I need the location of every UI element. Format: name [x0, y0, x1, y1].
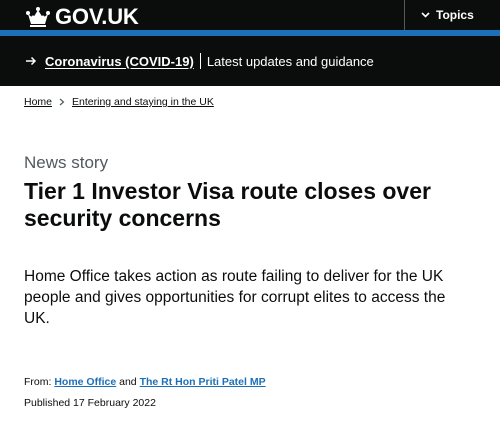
from-label: From:: [24, 376, 52, 388]
published-label: Published: [24, 397, 71, 409]
article-kicker: News story: [24, 153, 109, 172]
arrow-right-icon: [26, 56, 37, 66]
covid-description: Latest updates and guidance: [206, 53, 374, 69]
article-lead: Home Office takes action as route failin…: [24, 268, 446, 327]
page-title: Tier 1 Investor Visa route closes over s…: [24, 178, 431, 231]
covid-banner: Coronavirus (COVID-19) Latest updates an…: [0, 36, 500, 86]
from-and: and: [119, 376, 137, 388]
covid-link[interactable]: Coronavirus (COVID-19): [45, 54, 194, 69]
crown-icon: [26, 7, 50, 27]
published-date: 17 February 2022: [73, 397, 156, 409]
from-line: From: Home Office and The Rt Hon Priti P…: [24, 376, 266, 388]
from-home-office-link[interactable]: Home Office: [54, 376, 116, 388]
site-header: GOV.UK Topics: [0, 0, 500, 36]
topics-menu-button[interactable]: Topics: [404, 0, 474, 30]
chevron-down-icon: [421, 12, 430, 18]
govuk-logo-link[interactable]: GOV.UK: [25, 4, 139, 29]
breadcrumb-chevron-icon: [59, 98, 65, 106]
breadcrumb-home[interactable]: Home: [24, 96, 52, 108]
breadcrumb: Home Entering and staying in the UK: [24, 96, 214, 108]
covid-divider: [199, 53, 201, 69]
published-line: Published 17 February 2022: [24, 397, 156, 409]
topics-label: Topics: [436, 8, 474, 22]
logo-text: GOV.UK: [55, 4, 139, 29]
breadcrumb-entering-staying[interactable]: Entering and staying in the UK: [72, 96, 214, 108]
from-priti-patel-link[interactable]: The Rt Hon Priti Patel MP: [140, 376, 266, 388]
